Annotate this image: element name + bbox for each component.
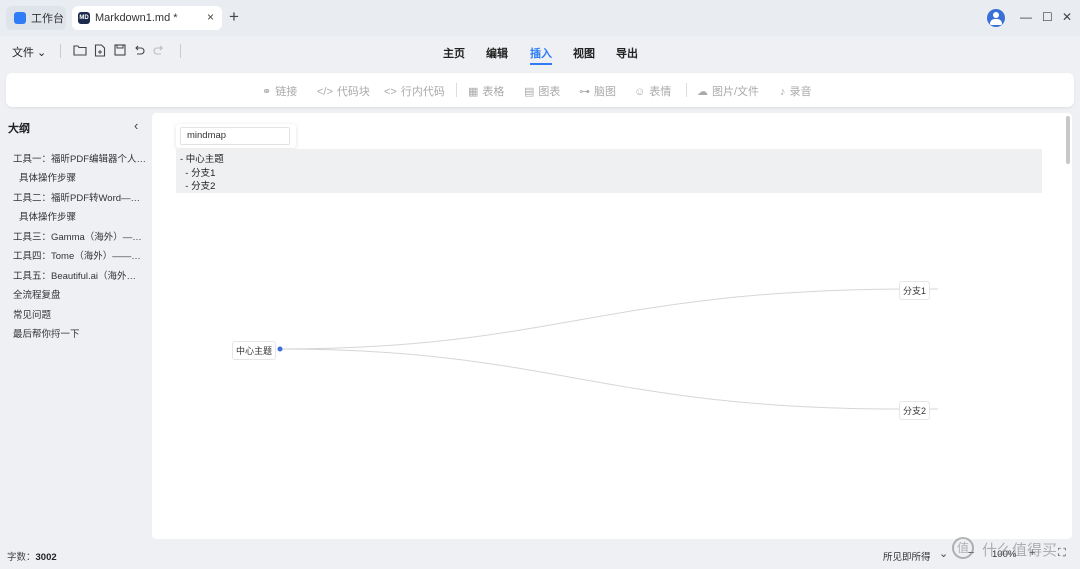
insert-inline-code-label: 行内代码	[400, 86, 445, 98]
title-bar: 工作台 MD Markdown1.md * × + — ☐ ✕	[0, 0, 1080, 36]
watermark: 值 什么值得买	[952, 536, 1080, 566]
insert-image-file-label: 图片/文件	[712, 86, 760, 98]
mindmap-connector	[279, 288, 901, 350]
watermark-text: 什么值得买	[982, 542, 1058, 559]
outline-item[interactable]: 工具五：Beautiful.ai（海外…	[13, 268, 148, 282]
new-tab-button[interactable]: +	[229, 7, 239, 27]
insert-link-label: 链接	[275, 86, 298, 98]
table-icon: ▦	[468, 86, 479, 98]
insert-emoji-button[interactable]: ☺ 表情	[634, 83, 671, 99]
tab-document-label: Markdown1.md *	[95, 12, 178, 24]
mindmap-branch-node[interactable]: 分支1	[899, 281, 931, 300]
outline-item[interactable]: 工具一：福昕PDF编辑器个人…	[13, 151, 148, 165]
root-node-dot	[277, 346, 283, 352]
outline-item[interactable]: 具体操作步骤	[19, 209, 154, 223]
outline-title: 大纲	[8, 123, 30, 135]
insert-recording-label: 录音	[789, 86, 812, 98]
collapse-sidebar-icon[interactable]: ‹	[134, 118, 138, 133]
mindmap-icon: ⊶	[579, 86, 590, 98]
menu-view[interactable]: 视图	[573, 45, 595, 61]
insert-emoji-label: 表情	[649, 86, 672, 98]
upload-icon: ☁	[697, 86, 708, 98]
watermark-logo-icon: 值	[952, 537, 974, 559]
tab-workbench[interactable]: 工作台	[6, 6, 66, 30]
save-icon[interactable]	[114, 44, 126, 59]
editor-area[interactable]: mindmap - 中心主题 - 分支1 - 分支2 中心主题 分支1 分支2	[152, 113, 1072, 539]
redo-icon[interactable]	[153, 44, 165, 59]
workbench-icon	[14, 12, 26, 24]
tab-workbench-label: 工作台	[31, 13, 64, 25]
insert-link-button[interactable]: ⚭ 链接	[262, 83, 297, 99]
insert-chart-label: 图表	[538, 86, 561, 98]
menu-home[interactable]: 主页	[443, 45, 465, 61]
outline-item[interactable]: 工具三：Gamma（海外）—…	[13, 229, 148, 243]
mic-icon: ♪	[780, 86, 786, 98]
chart-icon: ▤	[524, 86, 535, 98]
menu-edit[interactable]: 编辑	[486, 45, 508, 61]
ribbon-divider	[456, 83, 457, 97]
word-count: 字数：3002	[7, 549, 57, 563]
markdown-icon: MD	[78, 12, 90, 24]
word-count-value: 3002	[35, 552, 57, 563]
close-window-button[interactable]: ✕	[1062, 10, 1072, 24]
insert-table-button[interactable]: ▦ 表格	[468, 83, 504, 99]
outline-sidebar: 大纲 ‹ 工具一：福昕PDF编辑器个人… 具体操作步骤 工具二：福昕PDF转Wo…	[0, 113, 152, 543]
menu-bar: 文件 ⌄ 主页 编辑 插入 视图 导出	[0, 36, 1080, 70]
insert-inline-code-button[interactable]: <> 行内代码	[384, 83, 445, 99]
insert-ribbon: ⚭ 链接 </> 代码块 <> 行内代码 ▦ 表格 ▤ 图表 ⊶ 脑图 ☺ 表情 ☁ 图片/文件…	[6, 73, 1074, 107]
insert-mindmap-button[interactable]: ⊶ 脑图	[579, 83, 616, 99]
toolbar-divider	[180, 44, 181, 58]
menu-insert[interactable]: 插入	[530, 45, 552, 65]
emoji-icon: ☺	[634, 86, 646, 98]
insert-mindmap-label: 脑图	[594, 86, 616, 98]
outline-item[interactable]: 工具四：Tome（海外）——…	[13, 248, 148, 262]
toolbar-divider	[60, 44, 61, 58]
outline-item[interactable]: 常见问题	[13, 307, 148, 321]
inline-code-icon: <>	[384, 86, 397, 98]
status-bar: 字数：3002 所见即所得 ⌄ − 100% + ⛶	[0, 543, 1080, 569]
outline-item[interactable]: 全流程复盘	[13, 287, 148, 301]
insert-code-block-label: 代码块	[336, 86, 370, 98]
undo-icon[interactable]	[133, 44, 145, 59]
tab-document[interactable]: MD Markdown1.md * ×	[72, 6, 222, 30]
ribbon-divider	[686, 83, 687, 97]
outline-item[interactable]: 具体操作步骤	[19, 170, 154, 184]
menu-export[interactable]: 导出	[616, 45, 638, 61]
close-tab-icon[interactable]: ×	[207, 10, 214, 24]
minimize-button[interactable]: —	[1020, 10, 1032, 24]
code-icon: </>	[317, 86, 333, 98]
editor-scrollbar[interactable]	[1066, 116, 1070, 164]
mindmap-root-node[interactable]: 中心主题	[232, 341, 277, 360]
mindmap-canvas	[277, 288, 938, 410]
link-icon: ⚭	[262, 86, 272, 98]
insert-image-file-button[interactable]: ☁ 图片/文件	[697, 83, 759, 99]
maximize-button[interactable]: ☐	[1042, 10, 1053, 24]
open-folder-icon[interactable]	[73, 44, 87, 59]
insert-recording-button[interactable]: ♪ 录音	[780, 83, 812, 99]
word-count-label: 字数：	[7, 552, 36, 563]
user-avatar-icon[interactable]	[987, 9, 1005, 27]
chevron-down-icon[interactable]: ⌄	[939, 547, 948, 560]
file-menu-button[interactable]: 文件 ⌄	[12, 44, 46, 60]
new-file-icon[interactable]	[94, 44, 106, 60]
insert-chart-button[interactable]: ▤ 图表	[524, 83, 560, 99]
edit-mode-selector[interactable]: 所见即所得	[883, 549, 931, 563]
insert-code-block-button[interactable]: </> 代码块	[317, 83, 370, 99]
mindmap-branch-node[interactable]: 分支2	[899, 401, 931, 420]
outline-item[interactable]: 工具二：福昕PDF转Word—…	[13, 190, 148, 204]
insert-table-label: 表格	[482, 86, 505, 98]
mindmap-connector	[279, 348, 901, 410]
outline-item[interactable]: 最后帮你捋一下	[13, 326, 148, 340]
